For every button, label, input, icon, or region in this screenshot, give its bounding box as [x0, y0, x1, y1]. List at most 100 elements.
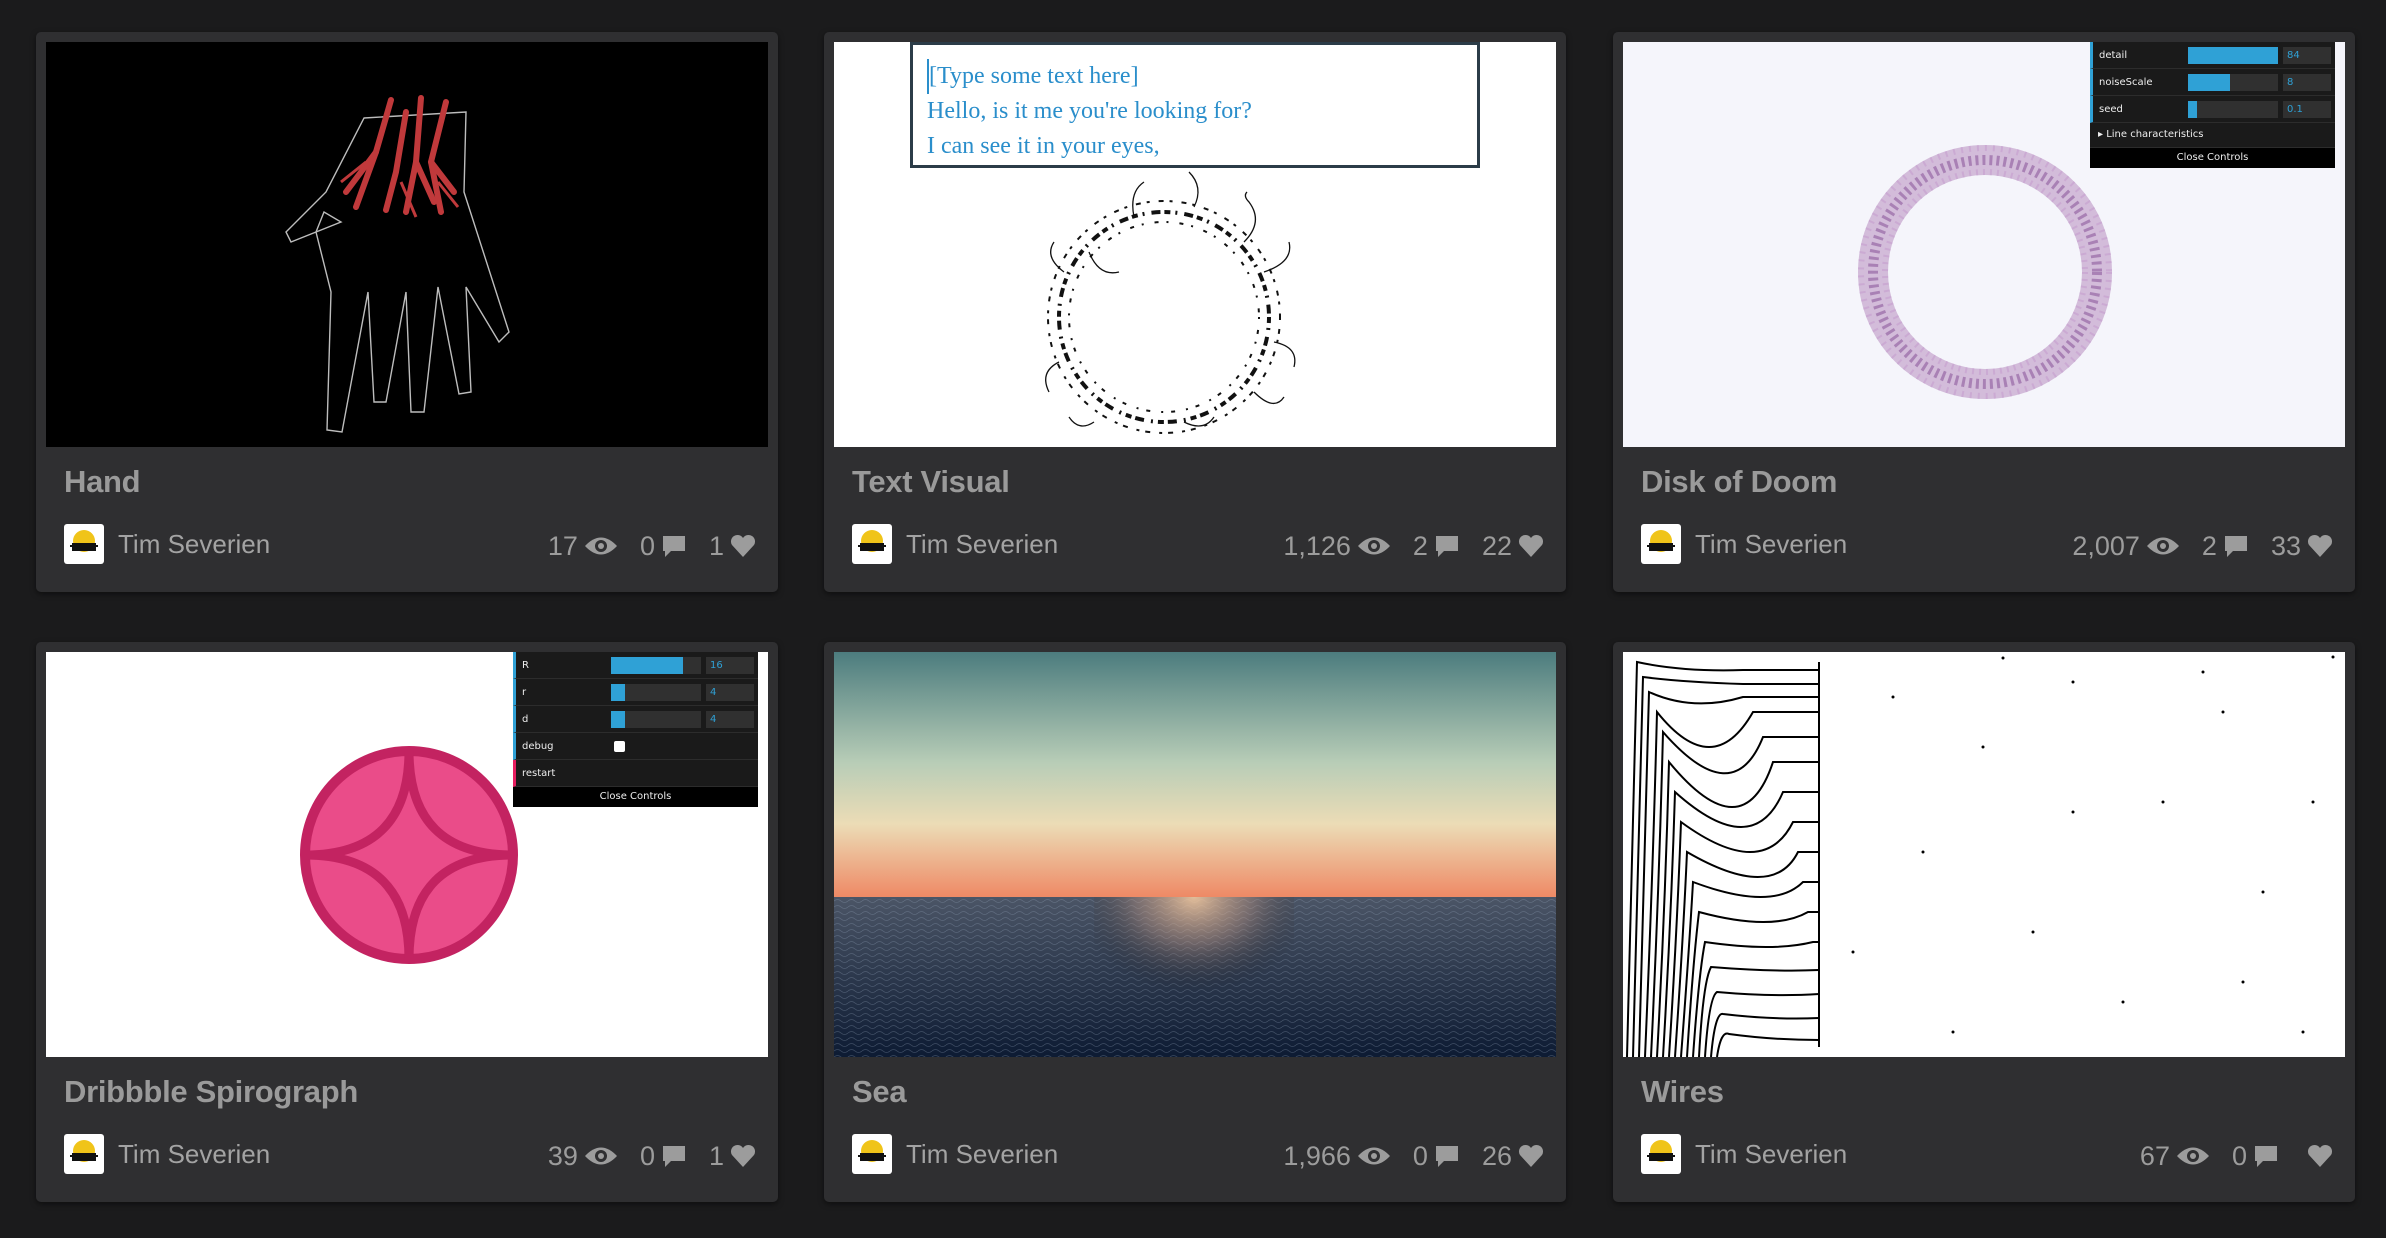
control-row[interactable]: d 4 — [513, 706, 758, 733]
control-row[interactable]: noiseScale 8 — [2090, 69, 2335, 96]
author-link[interactable]: Tim Severien — [1641, 524, 1847, 564]
dat-gui-panel: detail 84 noiseScale 8 seed 0.1 ▸ Line c… — [2090, 42, 2335, 168]
pen-preview-dribbble-spirograph[interactable]: R 16 r 4 d 4 debug restart Close Control… — [46, 652, 768, 1057]
control-value[interactable]: 8 — [2283, 74, 2331, 91]
likes-count: 22 — [1481, 530, 1512, 561]
control-slider[interactable] — [611, 657, 701, 674]
control-label: detail — [2099, 50, 2128, 61]
comment-icon — [1428, 534, 1460, 558]
author-name: Tim Severien — [1695, 528, 1848, 559]
pen-title[interactable]: Disk of Doom — [1641, 464, 1838, 500]
comments-stat[interactable]: 0 — [1413, 1141, 1460, 1172]
likes-stat[interactable]: 1 — [709, 1141, 756, 1172]
control-folder[interactable]: ▸ Line characteristics — [2090, 123, 2335, 148]
views-stat[interactable]: 17 — [548, 531, 618, 562]
preview-text-line: [Type some text here] — [927, 59, 1463, 94]
close-controls-button[interactable]: Close Controls — [2090, 148, 2335, 168]
pen-title[interactable]: Hand — [64, 464, 141, 500]
author-link[interactable]: Tim Severien — [852, 524, 1058, 564]
likes-stat[interactable]: 1 — [709, 531, 756, 562]
restart-row[interactable]: restart — [513, 760, 758, 787]
views-stat[interactable]: 1,126 — [1283, 531, 1391, 562]
preview-text-line: I can see it in your eyes, — [927, 133, 1160, 159]
author-link[interactable]: Tim Severien — [1641, 1134, 1847, 1174]
views-count: 39 — [547, 1140, 578, 1171]
pen-title[interactable]: Dribbble Spirograph — [64, 1074, 358, 1110]
likes-stat[interactable] — [2301, 1144, 2333, 1168]
folder-label: Line characteristics — [2106, 129, 2204, 140]
eye-icon — [2170, 1145, 2210, 1167]
comment-icon — [1428, 1144, 1460, 1168]
pen-card-disk-of-doom: detail 84 noiseScale 8 seed 0.1 ▸ Line c… — [1613, 32, 2355, 592]
preview-text-line: Hello, is it me you're looking for? — [927, 98, 1252, 124]
restart-button[interactable]: restart — [522, 768, 555, 779]
control-slider[interactable] — [2188, 101, 2278, 118]
author-link[interactable]: Tim Severien — [64, 1134, 270, 1174]
comments-count: 2 — [1412, 530, 1428, 561]
pen-preview-disk-of-doom[interactable]: detail 84 noiseScale 8 seed 0.1 ▸ Line c… — [1623, 42, 2345, 447]
control-value[interactable]: 0.1 — [2283, 101, 2331, 118]
control-slider[interactable] — [611, 711, 701, 728]
pen-title[interactable]: Wires — [1641, 1074, 1724, 1110]
pen-title[interactable]: Sea — [852, 1074, 907, 1110]
pen-preview-hand[interactable] — [46, 42, 768, 447]
pen-card-dribbble-spirograph: R 16 r 4 d 4 debug restart Close Control… — [36, 642, 778, 1202]
eye-icon — [578, 1145, 618, 1167]
control-value[interactable]: 4 — [706, 711, 754, 728]
pen-stats: 39 0 1 — [526, 1138, 756, 1174]
dat-gui-panel: R 16 r 4 d 4 debug restart Close Control… — [513, 652, 758, 807]
control-value[interactable]: 4 — [706, 684, 754, 701]
author-link[interactable]: Tim Severien — [852, 1134, 1058, 1174]
close-controls-button[interactable]: Close Controls — [513, 787, 758, 807]
control-value[interactable]: 84 — [2283, 47, 2331, 64]
comments-stat[interactable]: 0 — [2232, 1141, 2279, 1172]
author-avatar — [852, 1134, 892, 1174]
text-input-box[interactable]: [Type some text here] Hello, is it me yo… — [910, 42, 1480, 168]
debug-checkbox[interactable] — [614, 741, 625, 752]
comments-count: 0 — [639, 1140, 655, 1171]
likes-stat[interactable]: 33 — [2271, 531, 2333, 562]
hand-preview-canvas — [46, 42, 768, 447]
views-count: 1,126 — [1283, 530, 1351, 561]
comments-stat[interactable]: 2 — [2202, 531, 2249, 562]
wires-canvas — [1623, 652, 2345, 1057]
sea-canvas — [834, 652, 1556, 1057]
pen-title[interactable]: Text Visual — [852, 464, 1010, 500]
author-avatar — [1641, 1134, 1681, 1174]
control-row[interactable]: debug — [513, 733, 758, 760]
pen-preview-wires[interactable] — [1623, 652, 2345, 1057]
likes-stat[interactable]: 26 — [1482, 1141, 1544, 1172]
pen-preview-sea[interactable] — [834, 652, 1556, 1057]
control-slider[interactable] — [611, 684, 701, 701]
views-stat[interactable]: 39 — [548, 1141, 618, 1172]
pen-preview-text-visual[interactable]: [Type some text here] Hello, is it me yo… — [834, 42, 1556, 447]
author-link[interactable]: Tim Severien — [64, 524, 270, 564]
comments-stat[interactable]: 0 — [640, 1141, 687, 1172]
control-row[interactable]: detail 84 — [2090, 42, 2335, 69]
comments-stat[interactable]: 2 — [1413, 531, 1460, 562]
pen-card-sea: Sea Tim Severien 1,966 0 26 — [824, 642, 1566, 1202]
views-stat[interactable]: 67 — [2140, 1141, 2210, 1172]
views-stat[interactable]: 2,007 — [2072, 531, 2180, 562]
control-label: R — [522, 660, 529, 671]
comments-count: 2 — [2201, 530, 2217, 561]
control-slider[interactable] — [2188, 47, 2278, 64]
views-count: 17 — [547, 530, 578, 561]
comments-stat[interactable]: 0 — [640, 531, 687, 562]
control-row[interactable]: r 4 — [513, 679, 758, 706]
heart-icon — [724, 1144, 756, 1168]
heart-icon — [2301, 534, 2333, 558]
comments-count: 0 — [1412, 1140, 1428, 1171]
heart-icon — [2301, 1144, 2333, 1168]
author-name: Tim Severien — [118, 1138, 271, 1169]
control-row[interactable]: R 16 — [513, 652, 758, 679]
views-stat[interactable]: 1,966 — [1283, 1141, 1391, 1172]
control-slider[interactable] — [2188, 74, 2278, 91]
pen-card-hand: Hand Tim Severien 17 0 1 — [36, 32, 778, 592]
control-value[interactable]: 16 — [706, 657, 754, 674]
author-avatar — [1641, 524, 1681, 564]
eye-icon — [578, 535, 618, 557]
pen-stats: 17 0 1 — [526, 528, 756, 564]
likes-stat[interactable]: 22 — [1482, 531, 1544, 562]
control-row[interactable]: seed 0.1 — [2090, 96, 2335, 123]
